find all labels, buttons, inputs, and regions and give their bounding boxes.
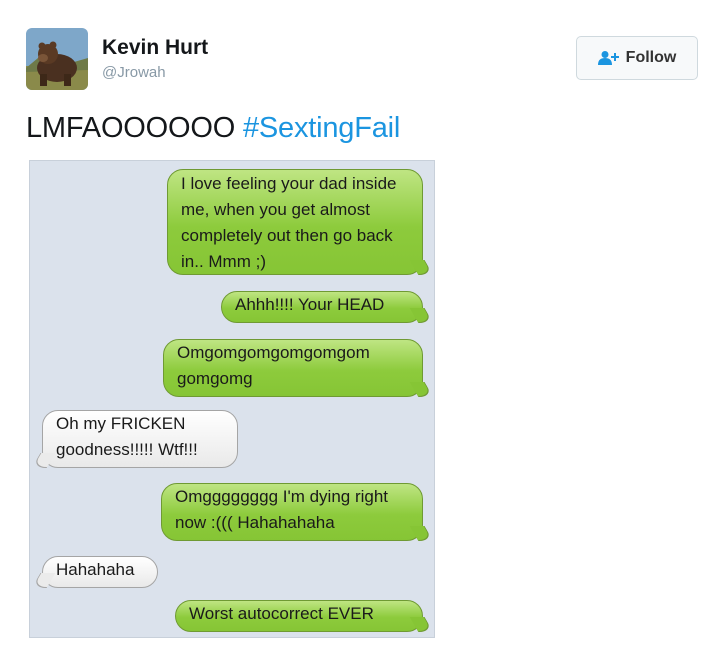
message-bubble: Worst autocorrect EVER xyxy=(175,600,423,632)
add-user-icon xyxy=(597,51,619,65)
message-bubble: Hahahaha xyxy=(42,556,158,588)
hashtag-link[interactable]: #SextingFail xyxy=(243,112,400,144)
avatar[interactable] xyxy=(26,28,88,90)
message-bubble: Oh my FRICKEN goodness!!!!! Wtf!!! xyxy=(42,410,238,468)
user-handle[interactable]: @Jrowah xyxy=(102,64,166,81)
follow-button[interactable]: Follow xyxy=(576,36,698,80)
tweet-body: LMFAOOOOOO xyxy=(26,112,243,144)
tweet-text: LMFAOOOOOO #SextingFail xyxy=(26,112,400,145)
message-bubble: I love feeling your dad inside me, when … xyxy=(167,169,423,275)
bear-photo-icon xyxy=(26,28,88,90)
follow-label: Follow xyxy=(625,49,677,66)
message-bubble: Omgomgomgomgomgom gomgomg xyxy=(163,339,423,397)
user-name[interactable]: Kevin Hurt xyxy=(102,36,208,60)
sms-screenshot: I love feeling your dad inside me, when … xyxy=(29,160,435,638)
message-bubble: Ahhh!!!! Your HEAD xyxy=(221,291,423,323)
message-bubble: Omgggggggg I'm dying right now :((( Haha… xyxy=(161,483,423,541)
